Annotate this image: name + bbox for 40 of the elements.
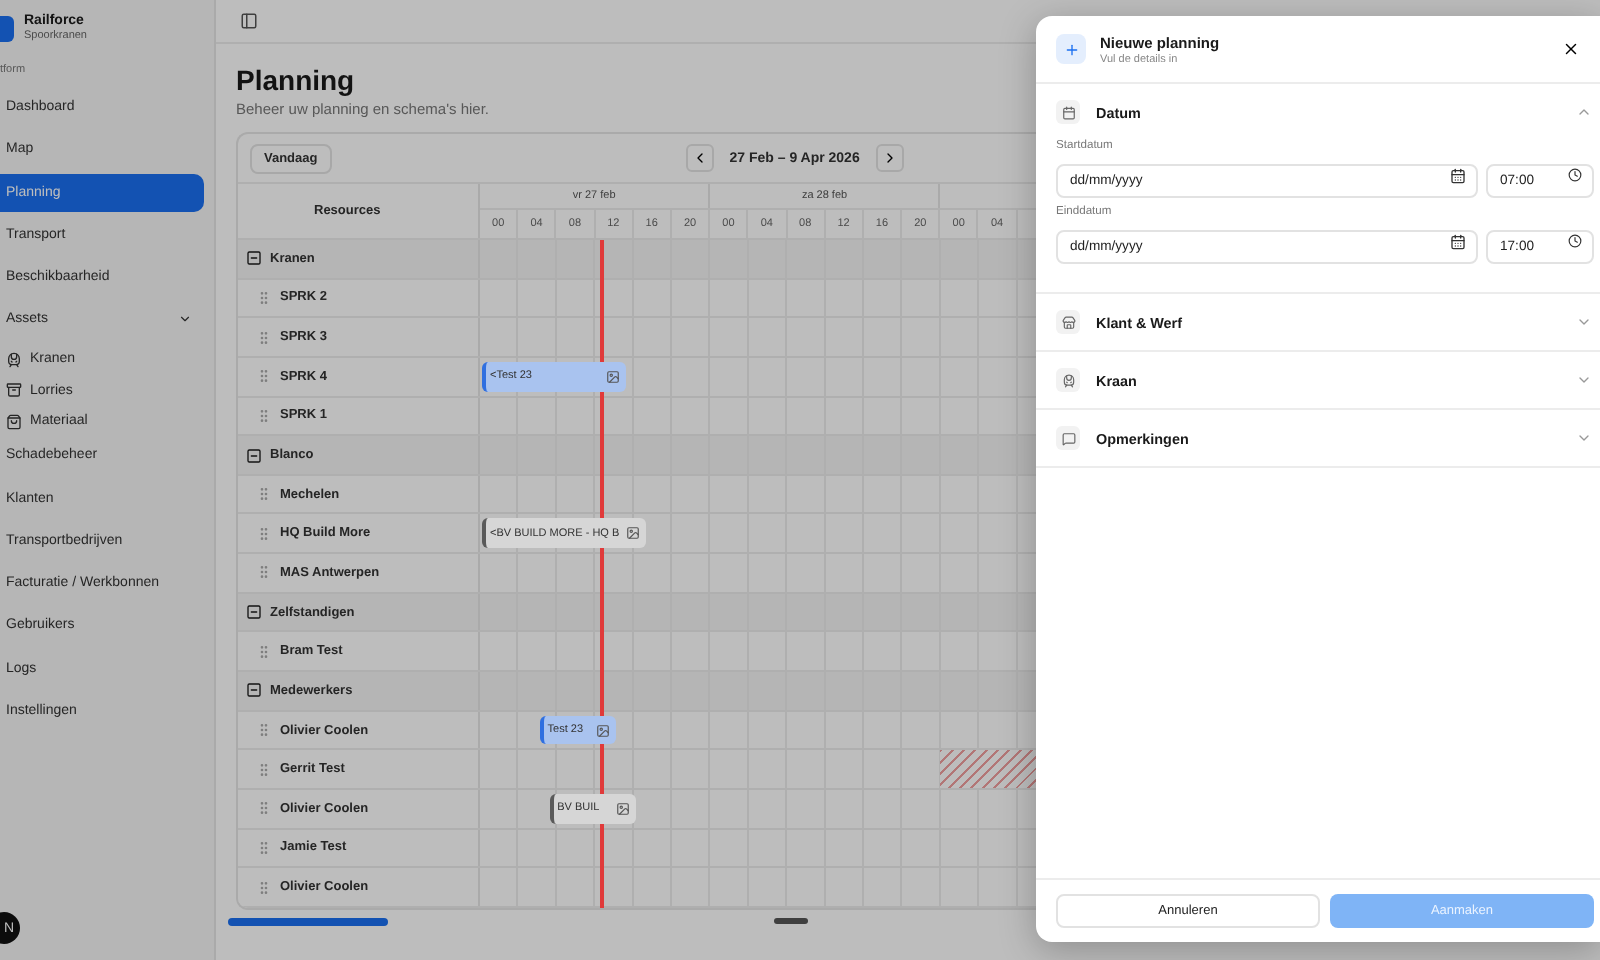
drag-handle-icon[interactable] bbox=[256, 407, 272, 424]
drag-handle-icon[interactable] bbox=[256, 564, 272, 581]
store-icon bbox=[1056, 310, 1080, 334]
calendar-icon[interactable] bbox=[1450, 167, 1466, 183]
bag-icon bbox=[6, 413, 22, 430]
train-icon bbox=[1056, 368, 1080, 392]
drag-handle-icon[interactable] bbox=[256, 839, 272, 856]
image-icon bbox=[596, 723, 611, 737]
next-button[interactable] bbox=[875, 144, 904, 172]
page-title: Planning bbox=[236, 64, 357, 98]
archive-icon bbox=[6, 382, 22, 399]
close-button[interactable] bbox=[1562, 40, 1580, 58]
image-icon bbox=[625, 526, 640, 541]
clock-icon[interactable] bbox=[1568, 233, 1582, 247]
plus-icon bbox=[1056, 34, 1086, 64]
resize-handle[interactable] bbox=[774, 918, 808, 925]
drag-handle-icon[interactable] bbox=[256, 486, 272, 503]
message-icon bbox=[1056, 426, 1080, 450]
train-icon bbox=[6, 351, 22, 368]
calendar-icon[interactable] bbox=[1450, 233, 1466, 249]
drag-handle-icon[interactable] bbox=[256, 525, 272, 542]
scrollbar-thumb[interactable] bbox=[228, 917, 388, 926]
clock-icon[interactable] bbox=[1568, 167, 1582, 181]
drag-handle-icon[interactable] bbox=[256, 879, 272, 896]
drag-handle-icon[interactable] bbox=[256, 722, 272, 738]
drag-handle-icon[interactable] bbox=[256, 761, 272, 778]
collapse-icon[interactable] bbox=[246, 604, 262, 621]
image-icon bbox=[615, 801, 630, 816]
image-icon bbox=[606, 369, 620, 384]
drag-handle-icon[interactable] bbox=[256, 289, 272, 306]
sidebar-toggle-icon[interactable] bbox=[240, 12, 258, 30]
drag-handle-icon[interactable] bbox=[256, 643, 272, 660]
collapse-icon[interactable] bbox=[246, 250, 262, 267]
drag-handle-icon[interactable] bbox=[256, 329, 272, 346]
drag-handle-icon[interactable] bbox=[256, 800, 272, 817]
collapse-icon[interactable] bbox=[246, 447, 262, 464]
drag-handle-icon[interactable] bbox=[256, 368, 272, 385]
collapse-icon[interactable] bbox=[246, 682, 262, 699]
calendar-icon bbox=[1056, 100, 1080, 124]
previous-button[interactable] bbox=[685, 144, 714, 172]
